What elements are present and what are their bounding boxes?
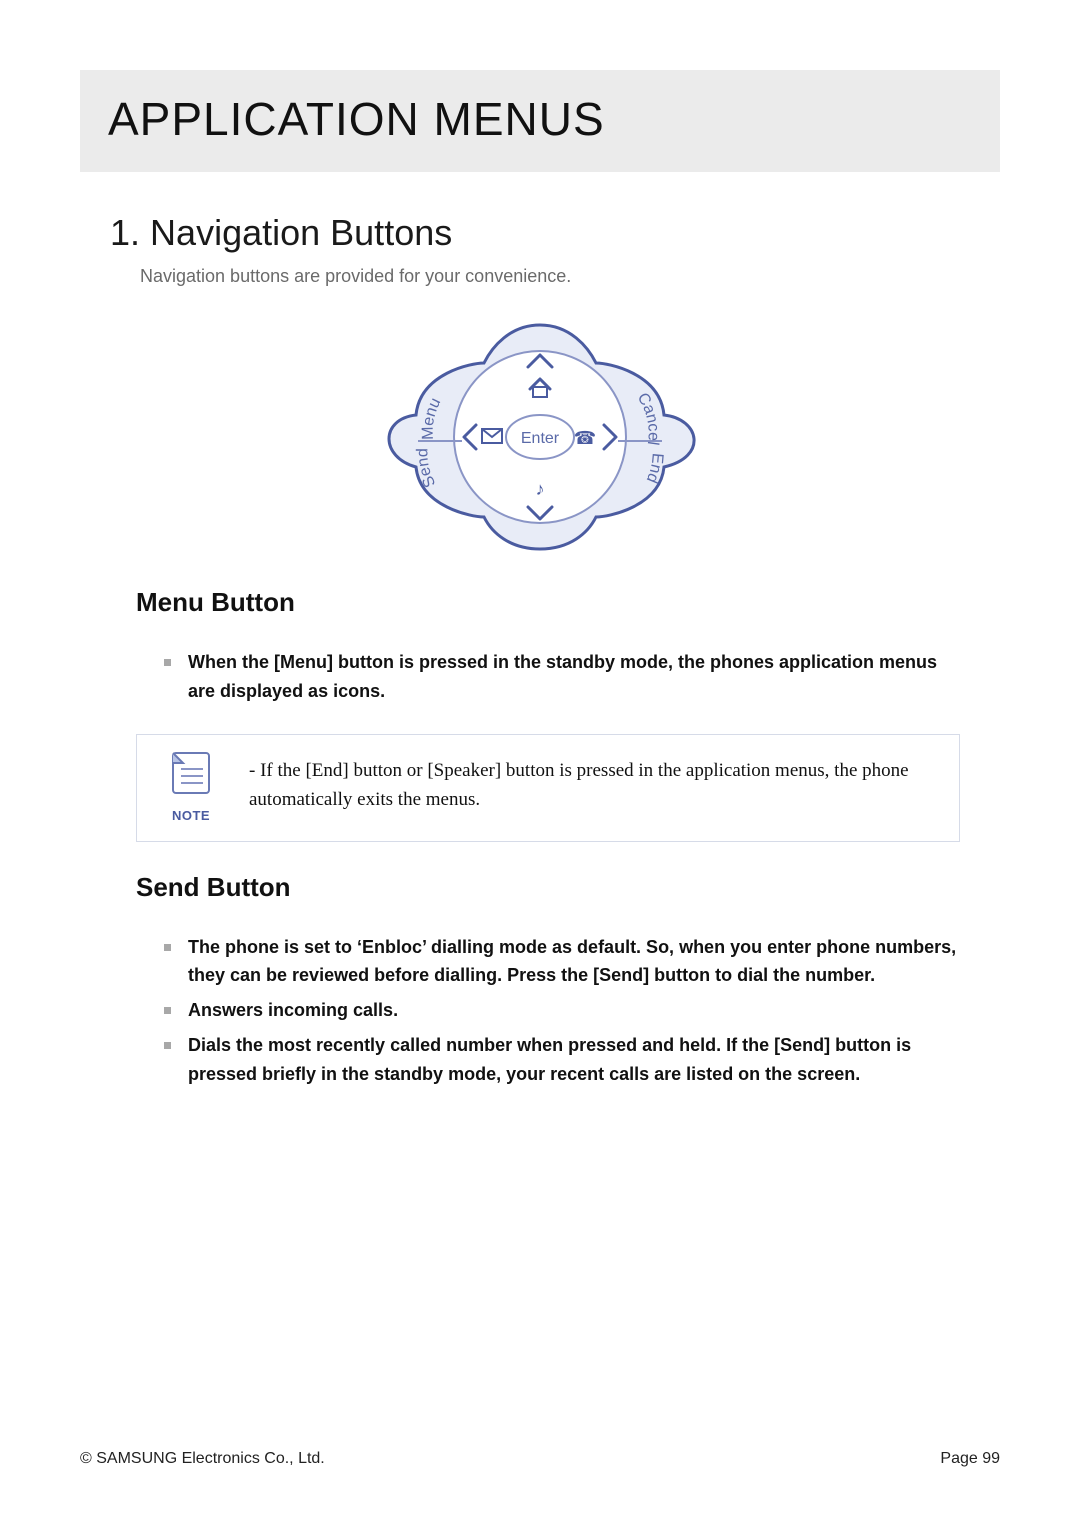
footer-page: Page 99 [940, 1450, 1000, 1468]
list-item: When the [Menu] button is pressed in the… [160, 648, 960, 706]
footer-copyright: © SAMSUNG Electronics Co., Ltd. [80, 1450, 325, 1468]
list-item: The phone is set to ‘Enbloc’ dialling mo… [160, 933, 960, 991]
note-icon [163, 749, 219, 799]
list-item: Dials the most recently called number wh… [160, 1031, 960, 1089]
page: APPLICATION MENUS 1. Navigation Buttons … [0, 0, 1080, 1526]
navpad-svg: Enter ♪ ☎ [360, 317, 720, 557]
page-footer: © SAMSUNG Electronics Co., Ltd. Page 99 [80, 1450, 1000, 1468]
navpad-center-label: Enter [521, 430, 560, 447]
navpad-illustration: Enter ♪ ☎ [80, 317, 1000, 557]
list-item: Answers incoming calls. [160, 996, 960, 1025]
music-note-icon: ♪ [536, 479, 545, 499]
note-label: NOTE [155, 808, 227, 823]
phone-icon: ☎ [574, 428, 596, 448]
section-intro: Navigation buttons are provided for your… [140, 266, 1000, 287]
menu-button-heading: Menu Button [136, 587, 1000, 618]
send-button-bullets: The phone is set to ‘Enbloc’ dialling mo… [160, 933, 960, 1089]
note-box: NOTE - If the [End] button or [Speaker] … [136, 734, 960, 842]
section-title: Navigation Buttons [150, 212, 452, 253]
section-number: 1. [110, 212, 140, 253]
menu-button-bullets: When the [Menu] button is pressed in the… [160, 648, 960, 706]
note-text: - If the [End] button or [Speaker] butto… [249, 757, 941, 814]
note-icon-column: NOTE [155, 749, 227, 823]
chapter-title-block: APPLICATION MENUS [80, 70, 1000, 172]
section-heading: 1. Navigation Buttons [110, 212, 1000, 254]
send-button-heading: Send Button [136, 872, 1000, 903]
chapter-title: APPLICATION MENUS [108, 92, 972, 146]
